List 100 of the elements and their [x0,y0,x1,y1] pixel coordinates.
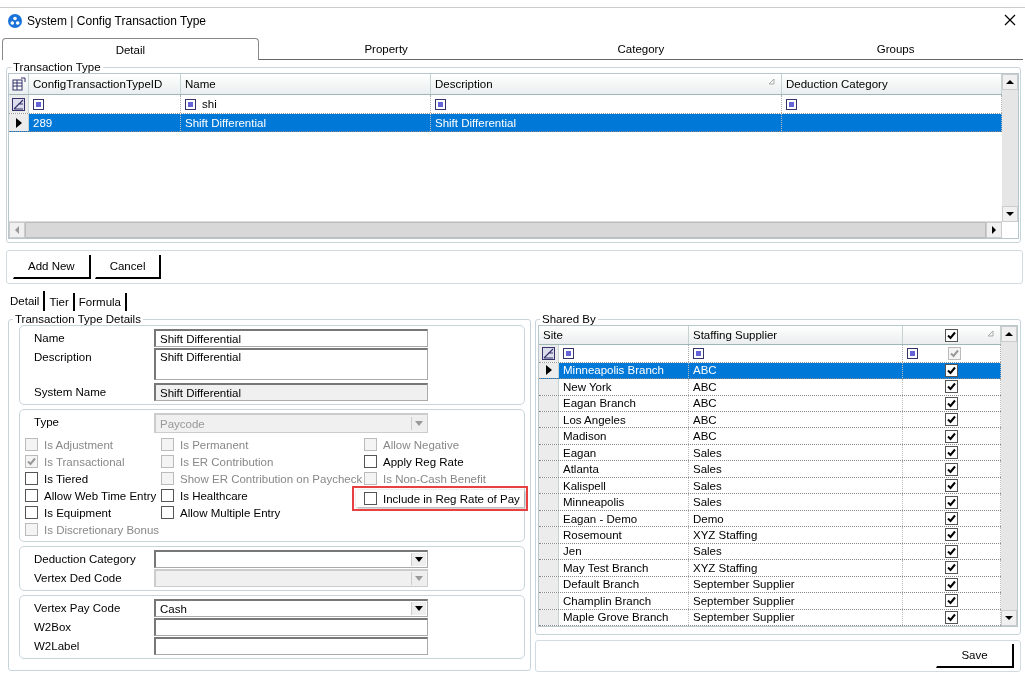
checkbox[interactable] [945,495,958,509]
up-arrow-button[interactable] [1001,326,1017,342]
checkbox[interactable] [945,561,958,575]
filter-operator-icon[interactable] [563,347,574,359]
toolbar-button[interactable]: Add New [13,255,91,279]
row-header[interactable] [9,114,29,131]
checkbox[interactable] [948,346,961,360]
checkbox[interactable] [945,380,958,394]
grid-row[interactable]: Los Angeles ABC [539,411,1001,429]
filter-operator-icon[interactable] [435,98,446,110]
column-header[interactable]: Description [431,74,782,94]
table-cell: Minneapolis [563,496,625,509]
checkbox[interactable] [945,528,958,542]
row-header[interactable] [539,362,559,379]
grid-row[interactable]: Jen Sales [539,543,1001,561]
filter-text[interactable]: shi [202,98,217,110]
right-arrow-button[interactable] [986,222,1002,238]
filter-operator-icon[interactable] [33,98,44,110]
grid-row[interactable]: Kalispell Sales [539,477,1001,495]
checkbox[interactable] [25,489,38,502]
grid-row[interactable]: 289 Shift Differential Shift Differential [9,114,1002,132]
checkbox[interactable] [945,577,958,591]
checkbox[interactable] [364,455,377,468]
text-area[interactable]: Shift Differential [154,348,428,380]
checkbox[interactable] [945,462,958,476]
checkbox[interactable] [25,506,38,519]
grid-row[interactable]: Eagan Sales [539,444,1001,462]
save-button[interactable]: Save [936,644,1014,668]
clear-filter-icon[interactable] [542,346,555,360]
checkbox-label: Is Transactional [44,455,125,468]
grid-row[interactable]: Default Branch September Supplier [539,576,1001,594]
left-triangle-icon [13,226,21,234]
tab[interactable]: Property [258,38,514,59]
dropdown[interactable] [154,550,428,568]
grid-row[interactable]: New York ABC [539,379,1001,396]
checkbox-label: Allow Negative [383,438,460,451]
checkbox-label: Is Tiered [44,472,89,485]
filter-operator-icon[interactable] [693,347,704,359]
tab[interactable]: Groups [768,38,1023,59]
dropdown[interactable]: Cash [154,599,428,617]
checkbox[interactable] [364,492,377,505]
column-header[interactable]: Site [539,326,689,345]
checkbox[interactable] [945,396,958,410]
grid-row[interactable]: Atlanta Sales [539,461,1001,478]
checkbox[interactable] [945,413,958,427]
tab[interactable]: Category [513,38,769,59]
table-cell: XYZ Staffing [693,561,758,574]
grid-row[interactable]: Madison ABC [539,428,1001,445]
checkbox[interactable] [945,594,958,608]
tab[interactable]: Detail [2,38,259,60]
checkbox[interactable] [25,472,38,485]
checkbox-label: Is Non-Cash Benefit [383,472,486,485]
grid-row[interactable]: Eagan - Demo Demo [539,510,1001,528]
tab[interactable]: Formula [74,293,127,311]
down-arrow-button[interactable] [1002,206,1018,222]
clear-filter-icon[interactable] [12,97,25,111]
filter-operator-icon[interactable] [907,347,918,359]
input-field[interactable] [154,637,428,655]
tab[interactable]: Detail [6,291,46,311]
up-arrow-button[interactable] [1002,74,1018,90]
table-cell: Default Branch [563,578,640,591]
checkbox[interactable] [945,544,958,558]
checkbox[interactable] [945,610,958,624]
checkbox[interactable] [945,328,958,342]
tab[interactable]: Tier [45,293,75,311]
checkbox[interactable] [945,429,958,443]
grid-row[interactable]: Eagan Branch ABC [539,395,1001,412]
column-header[interactable]: ConfigTransactionTypeID [29,74,181,94]
grid-row[interactable]: Minneapolis Sales [539,494,1001,511]
field-label: Vertex Pay Code [34,601,122,614]
table-cell: May Test Branch [563,561,649,574]
filter-operator-icon[interactable] [786,98,797,110]
table-cell: Champlin Branch [563,594,652,607]
checkbox[interactable] [945,479,958,493]
input-field[interactable] [154,618,428,636]
checkbox[interactable] [945,363,958,377]
grid-row[interactable]: May Test Branch XYZ Staffing [539,560,1001,577]
vertical-scrollbar[interactable] [1001,326,1017,626]
grid-row[interactable]: Champlin Branch September Supplier [539,593,1001,610]
close-button[interactable] [1003,14,1017,28]
column-chooser-icon[interactable] [11,77,26,91]
toolbar-button[interactable]: Cancel [94,255,162,279]
column-header[interactable]: Name [181,74,431,94]
grid-row[interactable]: Minneapolis Branch ABC [539,362,1001,380]
checkbox[interactable] [945,512,958,525]
horizontal-scrollbar[interactable] [9,221,1002,238]
filter-operator-icon[interactable] [185,98,196,110]
sort-icon [768,78,775,85]
table-cell: ABC [693,397,717,410]
grid-row[interactable]: Rosemount XYZ Staffing [539,527,1001,544]
table-cell: Eagan Branch [563,397,636,410]
table-cell: Sales [693,463,722,476]
checkbox[interactable] [161,489,174,502]
grid-row[interactable]: Maple Grove Branch September Supplier [539,609,1001,626]
down-arrow-button[interactable] [1001,610,1017,626]
checkbox[interactable] [161,506,174,519]
checkbox[interactable] [945,446,958,460]
column-header[interactable]: Staffing Supplier [689,326,903,345]
input-field[interactable]: Shift Differential [154,329,428,347]
vertical-scrollbar[interactable] [1002,74,1018,222]
